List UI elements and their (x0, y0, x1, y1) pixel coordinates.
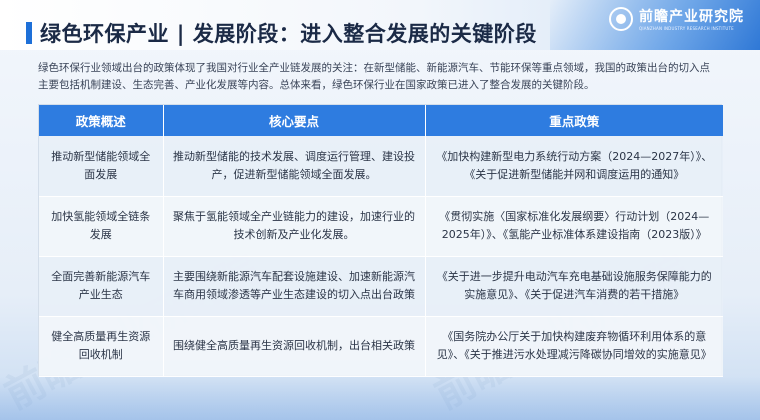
cell-summary: 推动新型储能领域全面发展 (39, 136, 164, 197)
cell-policies: 《贯彻实施〈国家标准化发展纲要〉行动计划（2024—2025年）》、《氢能产业标… (425, 196, 723, 257)
column-header-summary: 政策概述 (39, 105, 164, 136)
cell-summary: 加快氢能领域全链条发展 (39, 196, 164, 257)
title-marker (26, 22, 32, 44)
cell-policies: 《加快构建新型电力系统行动方案（2024—2027年）》、《关于促进新型储能并网… (425, 136, 723, 197)
table-header-row: 政策概述 核心要点 重点政策 (39, 105, 723, 136)
intro-text: 绿色环保行业领域出台的政策体现了我国对行业全产业链发展的关注：在新型储能、新能源… (38, 62, 710, 91)
table-row: 健全高质量再生资源回收机制 围绕健全高质量再生资源回收机制，出台相关政策 《国务… (39, 316, 723, 377)
logo-icon (609, 6, 633, 31)
cell-policies: 《关于进一步提升电动汽车充电基础设施服务保障能力的实施意见》、《关于促进汽车消费… (425, 256, 723, 317)
cell-points: 围绕健全高质量再生资源回收机制，出台相关政策 (163, 316, 426, 377)
cell-points: 推动新型储能的技术发展、调度运行管理、建设投产，促进新型储能领域全面发展。 (163, 136, 426, 197)
page-title: 绿色环保产业 | 发展阶段：进入整合发展的关键阶段 (40, 22, 537, 46)
table-row: 推动新型储能领域全面发展 推动新型储能的技术发展、调度运行管理、建设投产，促进新… (39, 136, 723, 197)
table-row: 加快氢能领域全链条发展 聚焦于氢能领域全产业链能力的建设，加速行业的技术创新及产… (39, 196, 723, 257)
bottom-glow (0, 376, 760, 420)
table-row: 全面完善新能源汽车产业生态 主要围绕新能源汽车配套设施建设、加速新能源汽车商用领… (39, 256, 723, 317)
policy-table: 政策概述 核心要点 重点政策 推动新型储能领域全面发展 推动新型储能的技术发展、… (38, 104, 723, 377)
cell-policies: 《国务院办公厅关于加快构建废弃物循环利用体系的意见》、《关于推进污水处理减污降碳… (425, 316, 723, 377)
column-header-points: 核心要点 (163, 105, 426, 136)
cell-points: 聚焦于氢能领域全产业链能力的建设，加速行业的技术创新及产业化发展。 (163, 196, 426, 257)
cell-summary: 全面完善新能源汽车产业生态 (39, 256, 164, 317)
cell-points: 主要围绕新能源汽车配套设施建设、加速新能源汽车商用领域渗透等产业生态建设的切入点… (163, 256, 426, 317)
column-header-policies: 重点政策 (425, 105, 723, 136)
logo-name: 前瞻产业研究院 (639, 9, 744, 25)
logo-subtitle: QIANZHAN INDUSTRY RESEARCH INSTITUTE (639, 26, 734, 31)
cell-summary: 健全高质量再生资源回收机制 (39, 316, 164, 377)
logo: 前瞻产业研究院 QIANZHAN INDUSTRY RESEARCH INSTI… (609, 6, 744, 31)
